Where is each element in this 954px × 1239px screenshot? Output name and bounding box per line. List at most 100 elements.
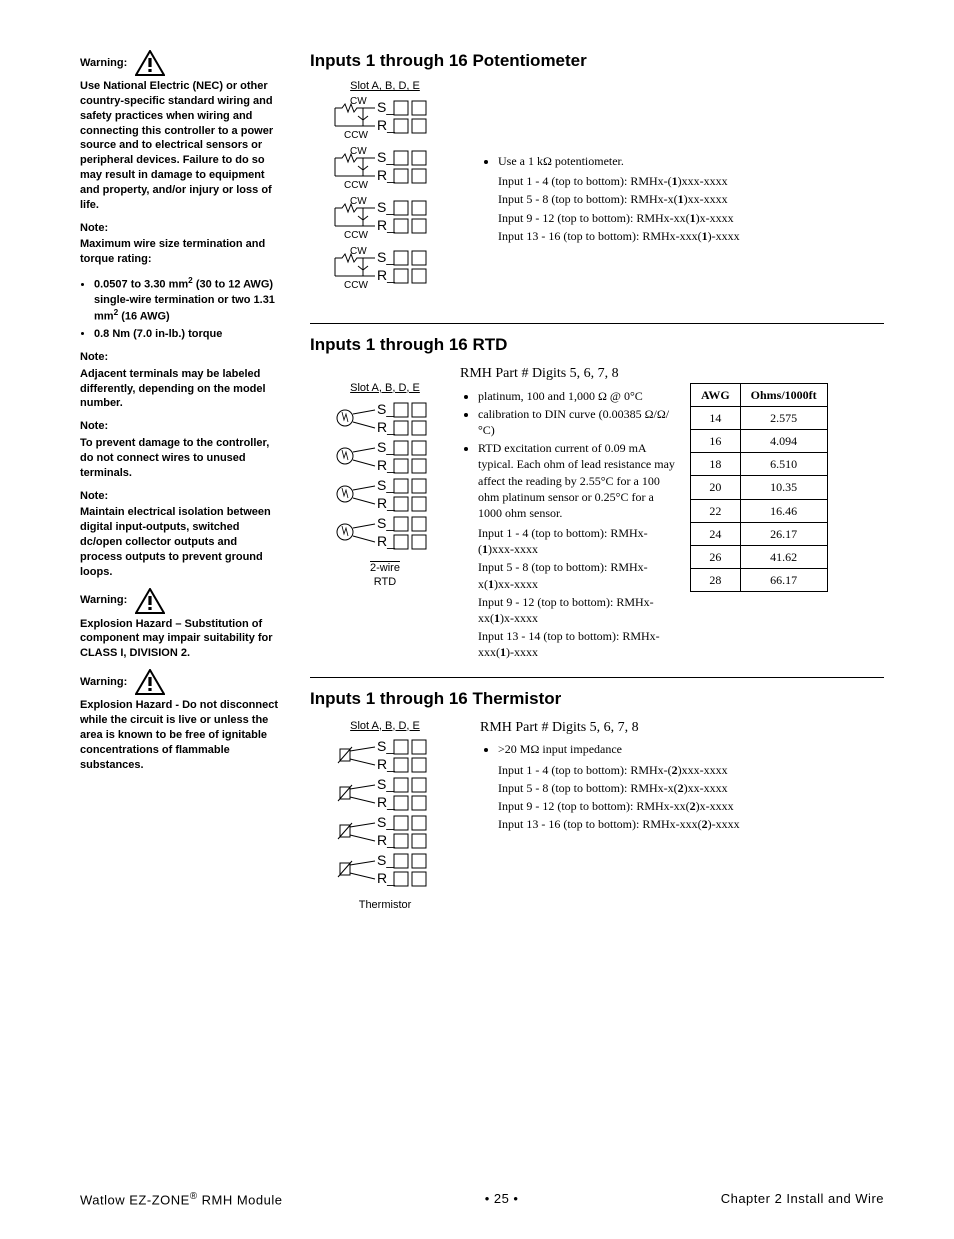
footer-right: Chapter 2 Install and Wire [721,1190,884,1209]
slot-label: Slot A, B, D, E [310,381,460,396]
table-row: 2426.17 [691,522,828,545]
note-4-text: Maintain electrical isolation between di… [80,505,280,579]
svg-text:CCW: CCW [344,280,368,291]
table-header: AWG [691,383,741,406]
svg-text:CW: CW [350,196,367,207]
svg-text:R_: R_ [377,870,395,886]
svg-text:CCW: CCW [344,130,368,141]
rtd-wiring-diagram: S_ R_ S_ R_ [330,398,440,558]
footer-left: Watlow EZ-ZONE® RMH Module [80,1190,282,1209]
therm-body: RMH Part # Digits 5, 6, 7, 8 >20 MΩ inpu… [480,717,884,835]
warning-2-header: Warning: [80,588,280,614]
svg-text:R_: R_ [377,495,395,511]
svg-text:CCW: CCW [344,230,368,241]
note-4-label: Note: [80,489,280,504]
note-1-text: Maximum wire size termination and torque… [80,237,280,267]
section-title-rtd: Inputs 1 through 16 RTD [310,334,884,357]
svg-text:S_: S_ [377,515,394,531]
warning-icon [135,588,165,614]
awg-table-wrapper: AWGOhms/1000ft 142.575 164.094 186.510 2… [680,363,828,593]
rtd-diagram: Slot A, B, D, E S_ R_ S_ [310,363,460,591]
warning-icon [135,50,165,76]
table-row: 2866.17 [691,569,828,592]
svg-text:CW: CW [350,146,367,157]
svg-text:S_: S_ [377,99,394,115]
svg-text:S_: S_ [377,199,394,215]
section-title-therm: Inputs 1 through 16 Thermistor [310,688,884,711]
svg-text:S_: S_ [377,439,394,455]
pot-wiring-diagram: CW S_ R_ [330,96,440,306]
list-item: platinum, 100 and 1,000 Ω @ 0°C [478,388,680,404]
awg-table: AWGOhms/1000ft 142.575 164.094 186.510 2… [690,383,828,593]
list-item: Input 13 - 16 (top to bottom): RMHx-xxx(… [498,816,884,832]
svg-text:S_: S_ [377,852,394,868]
list-item: Input 9 - 12 (top to bottom): RMHx-xx(1)… [478,594,680,626]
footer: Watlow EZ-ZONE® RMH Module • 25 • Chapte… [80,1190,884,1209]
svg-text:CW: CW [350,96,367,107]
section-title-pot: Inputs 1 through 16 Potentiometer [310,50,884,73]
warning-3-label: Warning: [80,675,127,690]
warning-icon [135,669,165,695]
therm-caption: Thermistor [310,898,460,913]
note-2-label: Note: [80,350,280,365]
svg-text:R_: R_ [377,533,395,549]
therm-diagram: Slot A, B, D, E S_ R_ S_ [310,717,460,914]
pot-body: Use a 1 kΩ potentiometer. Input 1 - 4 (t… [480,79,884,246]
svg-text:R_: R_ [377,756,395,772]
list-item: >20 MΩ input impedance [498,741,884,757]
svg-text:CCW: CCW [344,180,368,191]
rtd-body: RMH Part # Digits 5, 6, 7, 8 platinum, 1… [460,363,680,663]
svg-text:S_: S_ [377,776,394,792]
table-row: 142.575 [691,406,828,429]
svg-text:S_: S_ [377,149,394,165]
table-row: 2216.46 [691,499,828,522]
svg-text:S_: S_ [377,249,394,265]
svg-text:S_: S_ [377,738,394,754]
slot-label: Slot A, B, D, E [310,719,460,734]
table-row: 2641.62 [691,546,828,569]
pot-diagram: Slot A, B, D, E CW [310,79,460,309]
list-item: Input 13 - 14 (top to bottom): RMHx-xxx(… [478,628,680,660]
note-3-text: To prevent damage to the controller, do … [80,436,280,481]
svg-text:R_: R_ [377,167,395,183]
table-row: 186.510 [691,453,828,476]
warning-1-header: Warning: [80,50,280,76]
list-item: Input 9 - 12 (top to bottom): RMHx-xx(1)… [498,210,884,226]
list-item: Input 5 - 8 (top to bottom): RMHx-x(2)xx… [498,780,884,796]
svg-text:R_: R_ [377,457,395,473]
slot-label: Slot A, B, D, E [310,79,460,94]
table-row: 2010.35 [691,476,828,499]
warning-3-text: Explosion Hazard - Do not disconnect whi… [80,698,280,772]
svg-text:R_: R_ [377,217,395,233]
list-item: Input 13 - 16 (top to bottom): RMHx-xxx(… [498,228,884,244]
rtd-subheading: RMH Part # Digits 5, 6, 7, 8 [460,365,680,384]
list-item: Use a 1 kΩ potentiometer. [498,153,884,169]
note-1-label: Note: [80,221,280,236]
svg-text:CW: CW [350,246,367,257]
list-item: Input 9 - 12 (top to bottom): RMHx-xx(2)… [498,798,884,814]
warning-2-text: Explosion Hazard – Substitution of compo… [80,617,280,662]
note-3-label: Note: [80,419,280,434]
list-item: Input 1 - 4 (top to bottom): RMHx-(1)xxx… [478,525,680,557]
main-content: Inputs 1 through 16 Potentiometer Slot A… [310,50,884,1150]
warning-3-header: Warning: [80,669,280,695]
list-item: Input 1 - 4 (top to bottom): RMHx-(2)xxx… [498,762,884,778]
list-item: RTD excitation current of 0.09 mA typica… [478,440,680,521]
rtd-caption2: RTD [310,575,460,590]
table-row: 164.094 [691,430,828,453]
svg-text:R_: R_ [377,267,395,283]
therm-subheading: RMH Part # Digits 5, 6, 7, 8 [480,719,884,738]
svg-text:S_: S_ [377,401,394,417]
svg-text:R_: R_ [377,117,395,133]
note-2-text: Adjacent terminals may be labeled differ… [80,367,280,412]
list-item: Input 5 - 8 (top to bottom): RMHx-x(1)xx… [498,191,884,207]
list-item: Input 5 - 8 (top to bottom): RMHx-x(1)xx… [478,559,680,591]
list-item: 0.0507 to 3.30 mm2 (30 to 12 AWG) single… [94,275,280,325]
svg-text:R_: R_ [377,794,395,810]
table-header: Ohms/1000ft [740,383,827,406]
rtd-caption1: 2-wire [310,561,460,576]
svg-text:S_: S_ [377,477,394,493]
warning-1-label: Warning: [80,56,127,71]
therm-wiring-diagram: S_ R_ S_ R_ [330,735,440,895]
list-item: 0.8 Nm (7.0 in-lb.) torque [94,327,280,342]
